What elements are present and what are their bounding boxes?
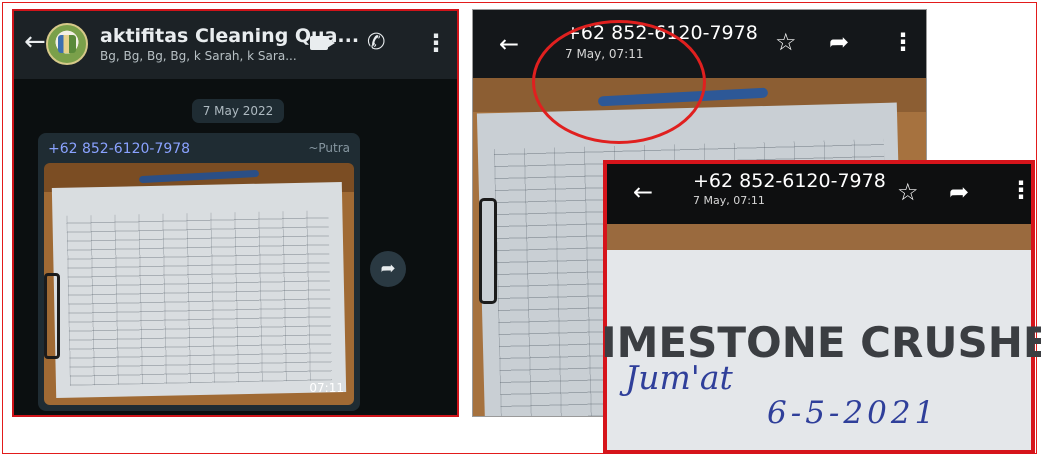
highlight-circle xyxy=(532,20,706,144)
group-members[interactable]: Bg, Bg, Bg, Bg, k Sarah, k Sara... xyxy=(100,49,297,63)
image-message-bubble[interactable]: +62 852-6120-7978 ~Putra 07:11 xyxy=(38,133,360,411)
phone-icon[interactable]: ✆ xyxy=(367,30,385,55)
back-arrow-icon[interactable]: ← xyxy=(633,178,653,206)
date-chip: 7 May 2022 xyxy=(192,99,284,123)
share-icon[interactable]: ➦ xyxy=(949,178,969,206)
message-time: 07:11 xyxy=(309,381,344,395)
clipboard-clip-image xyxy=(479,198,497,304)
message-alias: ~Putra xyxy=(308,141,350,155)
star-icon[interactable]: ☆ xyxy=(775,28,797,56)
handwritten-date: 6-5-2021 xyxy=(767,395,939,431)
message-sender[interactable]: +62 852-6120-7978 xyxy=(48,141,190,157)
chat-header: ← aktifitas Cleaning Qua... Bg, Bg, Bg, … xyxy=(14,11,457,79)
back-arrow-icon[interactable]: ← xyxy=(499,30,519,58)
chat-screenshot: ← aktifitas Cleaning Qua... Bg, Bg, Bg, … xyxy=(12,9,459,417)
more-vertical-icon[interactable]: ⋮ xyxy=(891,28,915,56)
clipboard-clip-image xyxy=(44,273,60,359)
star-icon[interactable]: ☆ xyxy=(897,178,919,206)
group-avatar[interactable] xyxy=(46,23,88,65)
share-icon[interactable]: ➦ xyxy=(829,28,849,56)
inset-date: 7 May, 07:11 xyxy=(693,194,765,207)
inset-sender-number: +62 852-6120-7978 xyxy=(693,170,886,192)
pen-image xyxy=(138,169,260,184)
more-vertical-icon[interactable]: ⋮ xyxy=(1009,176,1031,204)
back-arrow-icon[interactable]: ← xyxy=(24,29,46,55)
inset-header: ← +62 852-6120-7978 7 May, 07:11 ☆ ➦ ⋮ xyxy=(607,164,1031,224)
video-call-icon[interactable] xyxy=(310,36,335,50)
report-sheet-image xyxy=(51,181,347,399)
message-photo[interactable]: 07:11 xyxy=(44,163,354,405)
forward-icon[interactable]: ➦ xyxy=(370,251,406,287)
more-vertical-icon[interactable]: ⋮ xyxy=(424,29,448,57)
handwritten-day: Jum'at xyxy=(625,358,733,397)
